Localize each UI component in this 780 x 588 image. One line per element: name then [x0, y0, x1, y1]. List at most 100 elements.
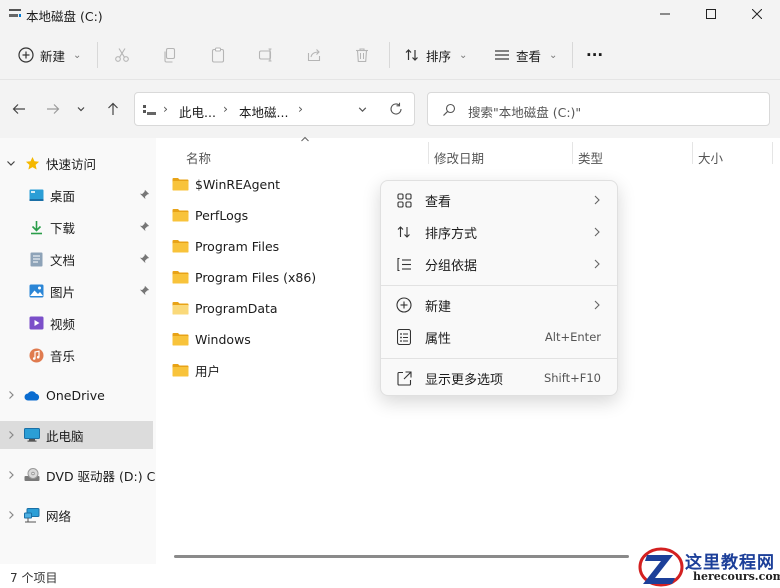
sidebar-item-label: 图片 [50, 284, 76, 300]
search-box[interactable]: 搜索"本地磁盘 (C:)" [427, 92, 770, 126]
sort-icon [404, 47, 420, 63]
sidebar-item-label: 文档 [50, 252, 76, 268]
up-button[interactable] [100, 98, 126, 120]
folder-icon [172, 270, 189, 284]
menu-item-view[interactable]: 查看 [385, 185, 613, 215]
menu-item-group-by[interactable]: 分组依据 [385, 249, 613, 279]
list-item[interactable]: PerfLogs [172, 203, 248, 227]
folder-icon [172, 363, 189, 377]
command-bar: 新建 ⌄ 排序 ⌄ 查看 ⌄ ··· [0, 28, 780, 80]
column-divider[interactable] [428, 142, 429, 164]
column-header-modified[interactable]: 修改日期 [434, 144, 484, 170]
column-divider[interactable] [692, 142, 693, 164]
cut-button[interactable] [106, 40, 138, 70]
address-bar[interactable]: › 此电... › 本地磁... › [134, 92, 415, 126]
folder-icon [172, 239, 189, 253]
refresh-icon[interactable] [389, 102, 403, 116]
menu-item-label: 属性 [425, 331, 452, 347]
scissors-icon [114, 47, 130, 63]
sidebar-item-pictures[interactable]: 图片 [0, 277, 156, 305]
menu-item-label: 查看 [425, 194, 452, 210]
list-item[interactable]: Program Files [172, 234, 279, 258]
sidebar-item-desktop[interactable]: 桌面 [0, 181, 156, 209]
download-icon [28, 219, 44, 235]
share-button[interactable] [298, 40, 330, 70]
pin-icon [139, 285, 150, 296]
navigation-pane: 快速访问 桌面 下载 文档 图片 视频 音乐 OneDrive 此电脑 DVD … [0, 138, 156, 564]
recent-locations-button[interactable] [70, 98, 92, 120]
view-button[interactable]: 查看 ⌄ [490, 40, 561, 70]
horizontal-scrollbar[interactable] [174, 555, 629, 558]
list-item[interactable]: Windows [172, 327, 251, 351]
paste-button[interactable] [202, 40, 234, 70]
column-header-name[interactable]: 名称 [186, 144, 211, 170]
column-header-size[interactable]: 大小 [698, 144, 723, 170]
list-item[interactable]: ProgramData [172, 296, 278, 320]
menu-separator [381, 358, 617, 359]
menu-item-new[interactable]: 新建 [385, 290, 613, 320]
arrow-left-icon [12, 102, 26, 116]
chevron-down-icon[interactable] [6, 158, 16, 168]
arrow-right-icon [46, 102, 60, 116]
more-button[interactable]: ··· [582, 40, 607, 70]
item-count: 7 个项目 [10, 571, 58, 585]
breadcrumb-local-disk[interactable]: 本地磁... [239, 102, 288, 121]
sidebar-item-this-pc[interactable]: 此电脑 [0, 421, 153, 449]
column-header-type[interactable]: 类型 [578, 144, 603, 170]
close-button[interactable] [734, 0, 780, 28]
menu-item-properties[interactable]: 属性 Alt+Enter [385, 322, 613, 352]
chevron-right-icon[interactable] [6, 470, 16, 480]
copy-icon [162, 47, 178, 63]
search-icon [442, 103, 456, 117]
sort-button[interactable]: 排序 ⌄ [400, 40, 471, 70]
chevron-right-icon[interactable] [6, 430, 16, 440]
back-button[interactable] [6, 98, 32, 120]
shortcut-text: Alt+Enter [544, 330, 601, 344]
list-item[interactable]: $WinREAgent [172, 172, 280, 196]
file-name: PerfLogs [195, 207, 249, 223]
list-item[interactable]: 用户 [172, 358, 220, 382]
folder-icon [172, 208, 189, 222]
file-name: Program Files (x86) [195, 269, 317, 285]
rename-button[interactable] [250, 40, 282, 70]
navigation-row: › 此电... › 本地磁... › 搜索"本地磁盘 (C:)" [0, 80, 780, 138]
column-divider[interactable] [772, 142, 773, 164]
copy-button[interactable] [154, 40, 186, 70]
chevron-right-icon [593, 259, 601, 269]
watermark-logo: 这里教程网 herecours.com [633, 546, 780, 588]
trash-icon [354, 47, 370, 63]
arrow-up-icon [106, 102, 120, 116]
menu-item-show-more-options[interactable]: 显示更多选项 Shift+F10 [385, 363, 613, 393]
sort-ascending-icon [300, 135, 310, 143]
sidebar-item-label: DVD 驱动器 (D:) CF [46, 468, 156, 484]
menu-item-sort-by[interactable]: 排序方式 [385, 217, 613, 247]
maximize-button[interactable] [688, 0, 734, 28]
forward-button[interactable] [40, 98, 66, 120]
menu-item-label: 显示更多选项 [425, 372, 504, 388]
sidebar-item-label: 桌面 [50, 188, 76, 204]
sidebar-item-dvd-drive[interactable]: DVD 驱动器 (D:) CF [0, 461, 156, 489]
new-button[interactable]: 新建 ⌄ [14, 40, 85, 70]
chevron-down-icon: ⌄ [459, 49, 468, 61]
sidebar-item-documents[interactable]: 文档 [0, 245, 156, 273]
sidebar-item-quick-access[interactable]: 快速访问 [0, 149, 156, 177]
chevron-right-icon[interactable] [6, 510, 16, 520]
breadcrumb-this-pc[interactable]: 此电... [179, 102, 216, 121]
sidebar-item-downloads[interactable]: 下载 [0, 213, 156, 241]
file-name: Windows [195, 331, 251, 347]
list-item[interactable]: Program Files (x86) [172, 265, 316, 289]
breadcrumb-separator[interactable]: › [298, 101, 303, 116]
column-divider[interactable] [572, 142, 573, 164]
chevron-down-icon[interactable] [357, 104, 368, 115]
sidebar-item-network[interactable]: 网络 [0, 501, 156, 529]
delete-button[interactable] [346, 40, 378, 70]
file-name: Program Files [195, 238, 280, 254]
sidebar-item-label: 网络 [46, 508, 72, 524]
sidebar-item-onedrive[interactable]: OneDrive [0, 381, 156, 409]
share-icon [306, 47, 322, 63]
chevron-right-icon[interactable] [6, 390, 16, 400]
sidebar-item-music[interactable]: 音乐 [0, 341, 156, 369]
sidebar-item-videos[interactable]: 视频 [0, 309, 156, 337]
minimize-button[interactable] [642, 0, 688, 28]
list-view-icon [494, 47, 510, 63]
